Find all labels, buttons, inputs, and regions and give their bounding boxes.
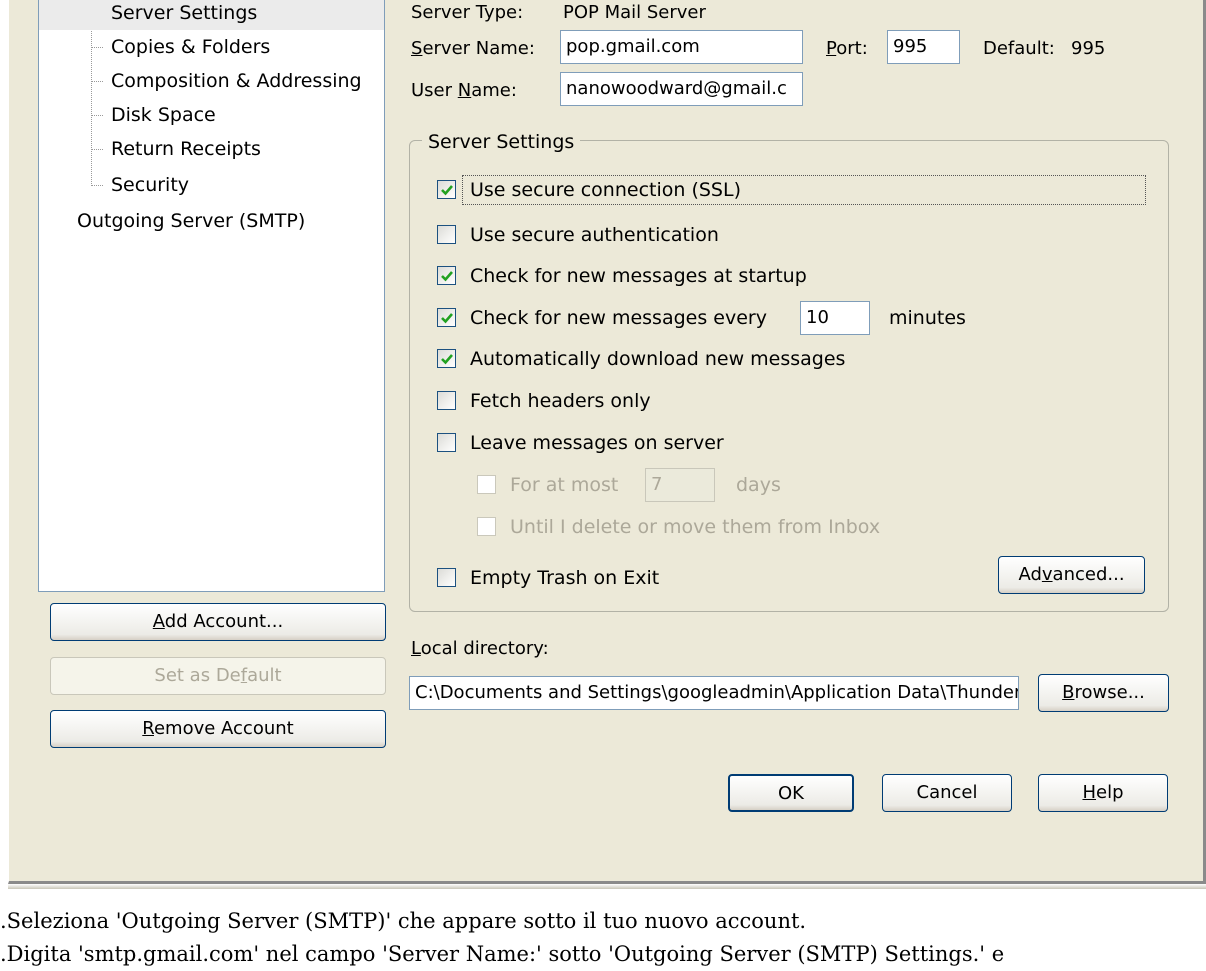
empty-trash-label: Empty Trash on Exit [470, 567, 660, 589]
tree-branch [91, 149, 103, 150]
for-at-most-label: For at most [510, 474, 619, 496]
check-startup-checkbox[interactable] [437, 266, 456, 285]
add-account-label: dd Account... [164, 611, 284, 632]
help-button[interactable]: Help [1038, 774, 1168, 812]
user-name-label: User Name: [411, 80, 517, 101]
server-name-label: Server Name: [411, 38, 535, 59]
checkmark-icon [441, 185, 453, 196]
browse-button[interactable]: Browse... [1038, 674, 1169, 712]
server-type-label: Server Type: [411, 2, 524, 23]
local-directory-label: Local directory: [411, 638, 549, 659]
instruction-line-1: .Seleziona 'Outgoing Server (SMTP)' che … [0, 909, 807, 933]
check-every-label: Check for new messages every [470, 307, 767, 329]
empty-trash-checkbox[interactable] [437, 568, 456, 587]
days-input[interactable]: 7 [645, 468, 715, 502]
checkmark-icon [441, 313, 453, 324]
headers-only-label: Fetch headers only [470, 390, 651, 412]
advanced-button[interactable]: Advanced... [998, 556, 1145, 594]
tree-item-copies-folders[interactable]: Copies & Folders [111, 30, 270, 64]
minutes-label: minutes [889, 307, 966, 329]
secure-auth-checkbox[interactable] [437, 225, 456, 244]
tree-item-return-receipts[interactable]: Return Receipts [111, 132, 261, 166]
advanced-label: Advanced... [1018, 564, 1125, 585]
instructions-text: .Seleziona 'Outgoing Server (SMTP)' che … [0, 905, 1206, 971]
tree-branch [91, 185, 103, 186]
until-delete-checkbox[interactable] [477, 517, 496, 536]
check-interval-input[interactable]: 10 [800, 301, 870, 335]
help-label: Help [1082, 782, 1124, 803]
tree-item-security[interactable]: Security [111, 168, 189, 202]
default-port-value: 995 [1071, 38, 1106, 59]
headers-only-checkbox[interactable] [437, 391, 456, 410]
account-tree[interactable]: Server Settings Copies & Folders Composi… [38, 0, 385, 592]
secure-auth-label: Use secure authentication [470, 224, 719, 246]
checkmark-icon [441, 271, 453, 282]
tree-item-server-settings[interactable]: Server Settings [39, 0, 384, 30]
accel-key: A [152, 611, 165, 632]
server-settings-group [409, 140, 1169, 612]
leave-on-server-checkbox[interactable] [437, 433, 456, 452]
leave-on-server-label: Leave messages on server [470, 432, 724, 454]
tree-branch [91, 81, 103, 82]
remove-account-label: emove Account [153, 718, 294, 739]
port-label: Port: [826, 38, 868, 59]
set-default-button[interactable]: Set as Default [50, 657, 386, 695]
server-type-value: POP Mail Server [563, 2, 706, 23]
set-default-label: Set as Default [154, 665, 282, 686]
tree-branch [91, 47, 103, 48]
remove-account-button[interactable]: Remove Account [50, 710, 386, 748]
auto-download-label: Automatically download new messages [470, 348, 846, 370]
tree-item-composition[interactable]: Composition & Addressing [111, 64, 362, 98]
local-directory-input[interactable]: C:\Documents and Settings\googleadmin\Ap… [409, 676, 1019, 710]
check-every-checkbox[interactable] [437, 308, 456, 327]
dialog-shadow [8, 884, 1206, 889]
add-account-button[interactable]: Add Account... [50, 603, 386, 641]
instruction-line-2: .Digita 'smtp.gmail.com' nel campo 'Serv… [0, 942, 1005, 966]
ok-button[interactable]: OK [728, 774, 854, 812]
until-delete-label: Until I delete or move them from Inbox [510, 516, 881, 538]
cancel-button[interactable]: Cancel [882, 774, 1012, 812]
server-name-input[interactable]: pop.gmail.com [560, 30, 803, 64]
port-input[interactable]: 995 [887, 30, 960, 64]
ssl-checkbox[interactable] [437, 180, 456, 199]
tree-item-label: Server Settings [111, 2, 258, 24]
server-settings-group-title: Server Settings [422, 131, 581, 153]
tree-item-outgoing-server[interactable]: Outgoing Server (SMTP) [77, 204, 305, 238]
checkmark-icon [441, 354, 453, 365]
days-label: days [736, 474, 781, 496]
auto-download-checkbox[interactable] [437, 349, 456, 368]
tree-item-disk-space[interactable]: Disk Space [111, 98, 216, 132]
tree-branch [91, 115, 103, 116]
accel-key: R [142, 718, 154, 739]
ssl-label: Use secure connection (SSL) [470, 179, 741, 201]
user-name-input[interactable]: nanowoodward@gmail.c [560, 72, 803, 106]
for-at-most-checkbox[interactable] [477, 475, 496, 494]
browse-label: Browse... [1062, 682, 1145, 703]
default-port-label: Default: [983, 38, 1055, 59]
check-startup-label: Check for new messages at startup [470, 265, 807, 287]
